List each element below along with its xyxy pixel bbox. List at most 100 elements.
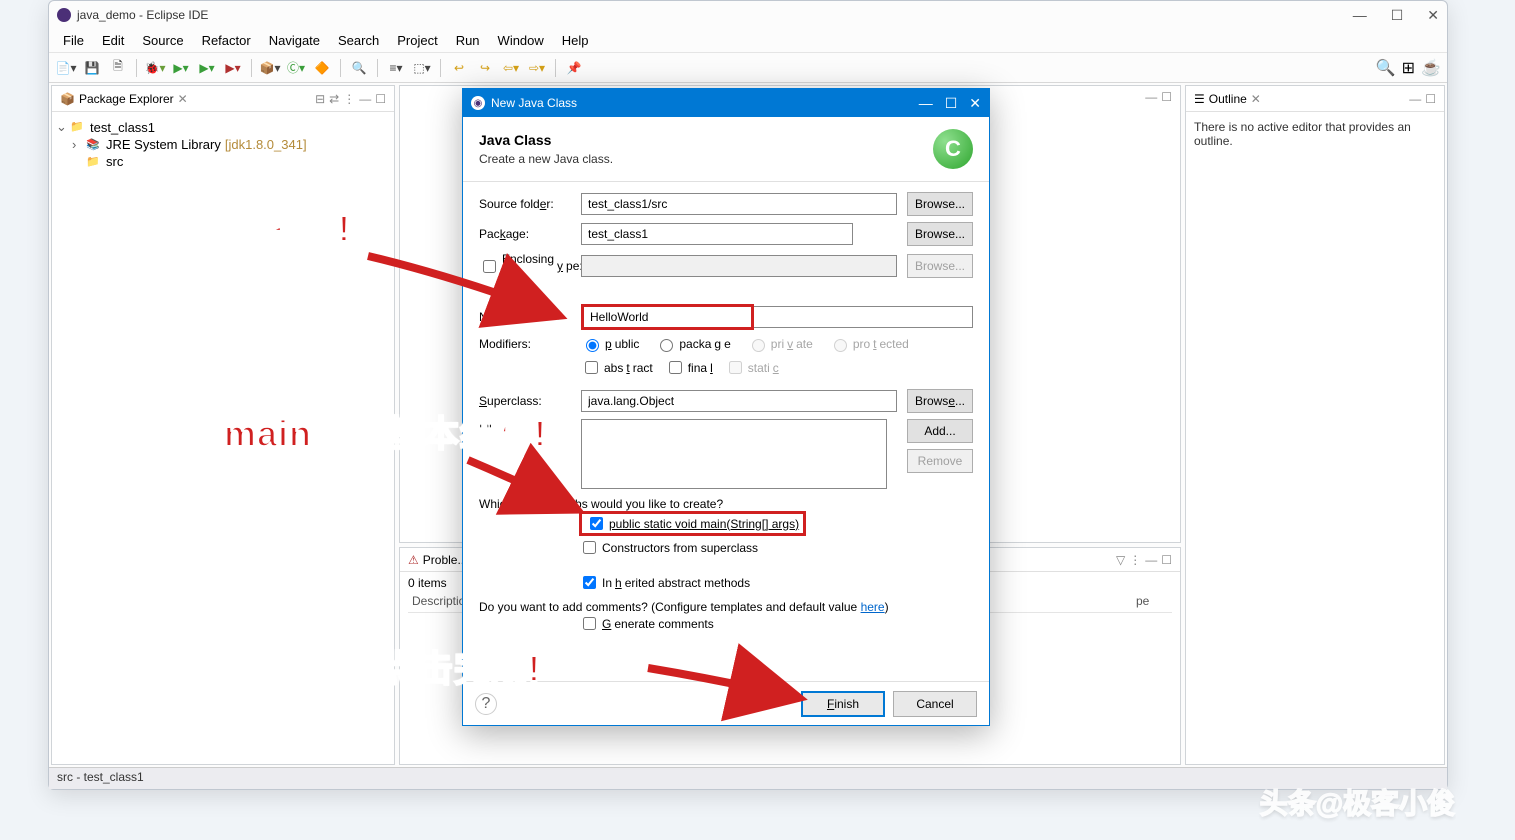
save-all-button[interactable]: 🗎 (107, 57, 129, 79)
close-icon[interactable]: ✕ (969, 95, 981, 112)
browse-source-button[interactable]: Browse... (907, 192, 973, 216)
tree-src-row[interactable]: 📁 src (56, 153, 390, 170)
add-interface-button[interactable]: Add... (907, 419, 973, 443)
search-icon[interactable]: 🔍 (348, 57, 370, 79)
toggle-breadcrumb-icon[interactable]: ≡▾ (385, 57, 407, 79)
stub-inherited-checkbox[interactable]: Inherited abstract methods (579, 573, 973, 592)
modifier-public[interactable]: public (581, 336, 639, 352)
collapse-all-icon[interactable]: ⊟ (315, 92, 325, 106)
maximize-icon[interactable]: ☐ (1391, 7, 1404, 24)
stub-main-checkbox[interactable]: public static void main(String[] args) (579, 511, 806, 536)
browse-package-button[interactable]: Browse... (907, 222, 973, 246)
close-tab-icon[interactable]: ✕ (178, 92, 188, 106)
open-type-icon[interactable]: 🔶 (311, 57, 333, 79)
help-icon[interactable]: ? (475, 693, 497, 715)
new-package-icon[interactable]: 📦▾ (259, 57, 281, 79)
close-icon[interactable]: ✕ (1427, 7, 1439, 24)
menu-project[interactable]: Project (389, 31, 445, 50)
java-perspective-icon[interactable]: ☕ (1421, 58, 1441, 78)
nav-back-icon[interactable]: ⇦▾ (500, 57, 522, 79)
menu-window[interactable]: Window (490, 31, 552, 50)
toggle-mark-icon[interactable]: ⬚▾ (411, 57, 433, 79)
menu-source[interactable]: Source (134, 31, 191, 50)
minimize-icon[interactable]: — (919, 95, 933, 112)
project-icon: 📁 (70, 120, 86, 134)
outline-tab[interactable]: ☰ Outline ✕ — ☐ (1186, 86, 1444, 112)
modifier-final[interactable]: final (665, 358, 713, 377)
toolbar: 📄▾ 💾 🗎 🐞▾ ▶▾ ▶▾ ▶▾ 📦▾ Ⓒ▾ 🔶 🔍 ≡▾ ⬚▾ ↩ ↪ ⇦… (49, 53, 1447, 83)
minimize-view-icon[interactable]: — (359, 92, 371, 106)
expand-icon[interactable]: ⌄ (56, 119, 70, 135)
enclosing-type-input (581, 255, 897, 277)
maximize-view-icon[interactable]: ☐ (375, 92, 386, 106)
name-input[interactable] (581, 304, 754, 330)
debug-button[interactable]: 🐞▾ (144, 57, 166, 79)
minimize-view-icon[interactable]: — (1145, 90, 1157, 104)
name-input-extra[interactable] (754, 306, 973, 328)
interfaces-list[interactable] (581, 419, 887, 489)
superclass-input[interactable] (581, 390, 897, 412)
comments-question: Do you want to add comments? (Configure … (479, 600, 861, 614)
statusbar: src - test_class1 (49, 767, 1447, 789)
tree-jre-version: [jdk1.8.0_341] (225, 137, 307, 152)
forward-arrow-icon[interactable]: ↪ (474, 57, 496, 79)
filter-icon[interactable]: ▽ (1116, 553, 1125, 567)
external-tools-button[interactable]: ▶▾ (222, 57, 244, 79)
finish-button[interactable]: Finish (801, 691, 885, 717)
cancel-button[interactable]: Cancel (893, 691, 977, 717)
view-menu-icon[interactable]: ⋮ (1129, 553, 1141, 567)
browse-superclass-button[interactable]: Browse... (907, 389, 973, 413)
perspective-icon[interactable]: ⊞ (1402, 58, 1415, 78)
tree-project-row[interactable]: ⌄ 📁 test_class1 (56, 118, 390, 136)
maximize-view-icon[interactable]: ☐ (1161, 90, 1172, 104)
source-folder-label: Source folder: (479, 197, 581, 211)
stub-constructors-checkbox[interactable]: Constructors from superclass (579, 538, 973, 557)
link-editor-icon[interactable]: ⇄ (329, 92, 339, 106)
expand-icon[interactable]: › (72, 137, 86, 152)
menu-edit[interactable]: Edit (94, 31, 132, 50)
package-explorer-title: Package Explorer (79, 92, 174, 106)
minimize-icon[interactable]: — (1353, 7, 1367, 24)
maximize-view-icon[interactable]: ☐ (1161, 553, 1172, 567)
class-wizard-icon: C (933, 129, 973, 169)
dialog-subtitle: Create a new Java class. (479, 152, 613, 166)
maximize-icon[interactable]: ☐ (945, 95, 958, 112)
new-class-icon[interactable]: Ⓒ▾ (285, 57, 307, 79)
package-input[interactable] (581, 223, 853, 245)
modifier-abstract[interactable]: abstract (581, 358, 653, 377)
modifiers-label: Modifiers: (479, 337, 581, 351)
view-menu-icon[interactable]: ⋮ (343, 92, 355, 106)
arrow-to-name (360, 248, 570, 328)
package-explorer-tab[interactable]: 📦 Package Explorer ✕ ⊟ ⇄ ⋮ — ☐ (52, 86, 394, 112)
menu-refactor[interactable]: Refactor (194, 31, 259, 50)
here-link[interactable]: here (861, 600, 885, 614)
minimize-view-icon[interactable]: — (1409, 92, 1421, 106)
browse-enclosing-button: Browse... (907, 254, 973, 278)
source-folder-input[interactable] (581, 193, 897, 215)
generate-comments-checkbox[interactable]: Generate comments (579, 614, 973, 633)
menu-search[interactable]: Search (330, 31, 387, 50)
pin-editor-icon[interactable]: 📌 (563, 57, 585, 79)
run-button[interactable]: ▶▾ (170, 57, 192, 79)
problems-col-type[interactable]: pe (1132, 590, 1172, 612)
new-button[interactable]: 📄▾ (55, 57, 77, 79)
minimize-view-icon[interactable]: — (1145, 553, 1157, 567)
menu-run[interactable]: Run (448, 31, 488, 50)
menu-help[interactable]: Help (554, 31, 597, 50)
save-button[interactable]: 💾 (81, 57, 103, 79)
outline-panel: ☰ Outline ✕ — ☐ There is no active edito… (1185, 85, 1445, 765)
modifier-package[interactable]: package (655, 336, 730, 352)
nav-forward-icon[interactable]: ⇨▾ (526, 57, 548, 79)
dialog-header: Java Class Create a new Java class. C (463, 117, 989, 182)
arrow-to-main (460, 452, 590, 522)
back-arrow-icon[interactable]: ↩ (448, 57, 470, 79)
package-tree[interactable]: ⌄ 📁 test_class1 › 📚 JRE System Library [… (52, 112, 394, 176)
menu-navigate[interactable]: Navigate (261, 31, 328, 50)
menu-file[interactable]: File (55, 31, 92, 50)
quick-access-icon[interactable]: 🔍 (1376, 58, 1396, 78)
coverage-button[interactable]: ▶▾ (196, 57, 218, 79)
dialog-titlebar: ◉ New Java Class — ☐ ✕ (463, 89, 989, 117)
close-tab-icon[interactable]: ✕ (1251, 92, 1261, 106)
tree-jre-row[interactable]: › 📚 JRE System Library [jdk1.8.0_341] (56, 136, 390, 153)
maximize-view-icon[interactable]: ☐ (1425, 92, 1436, 106)
